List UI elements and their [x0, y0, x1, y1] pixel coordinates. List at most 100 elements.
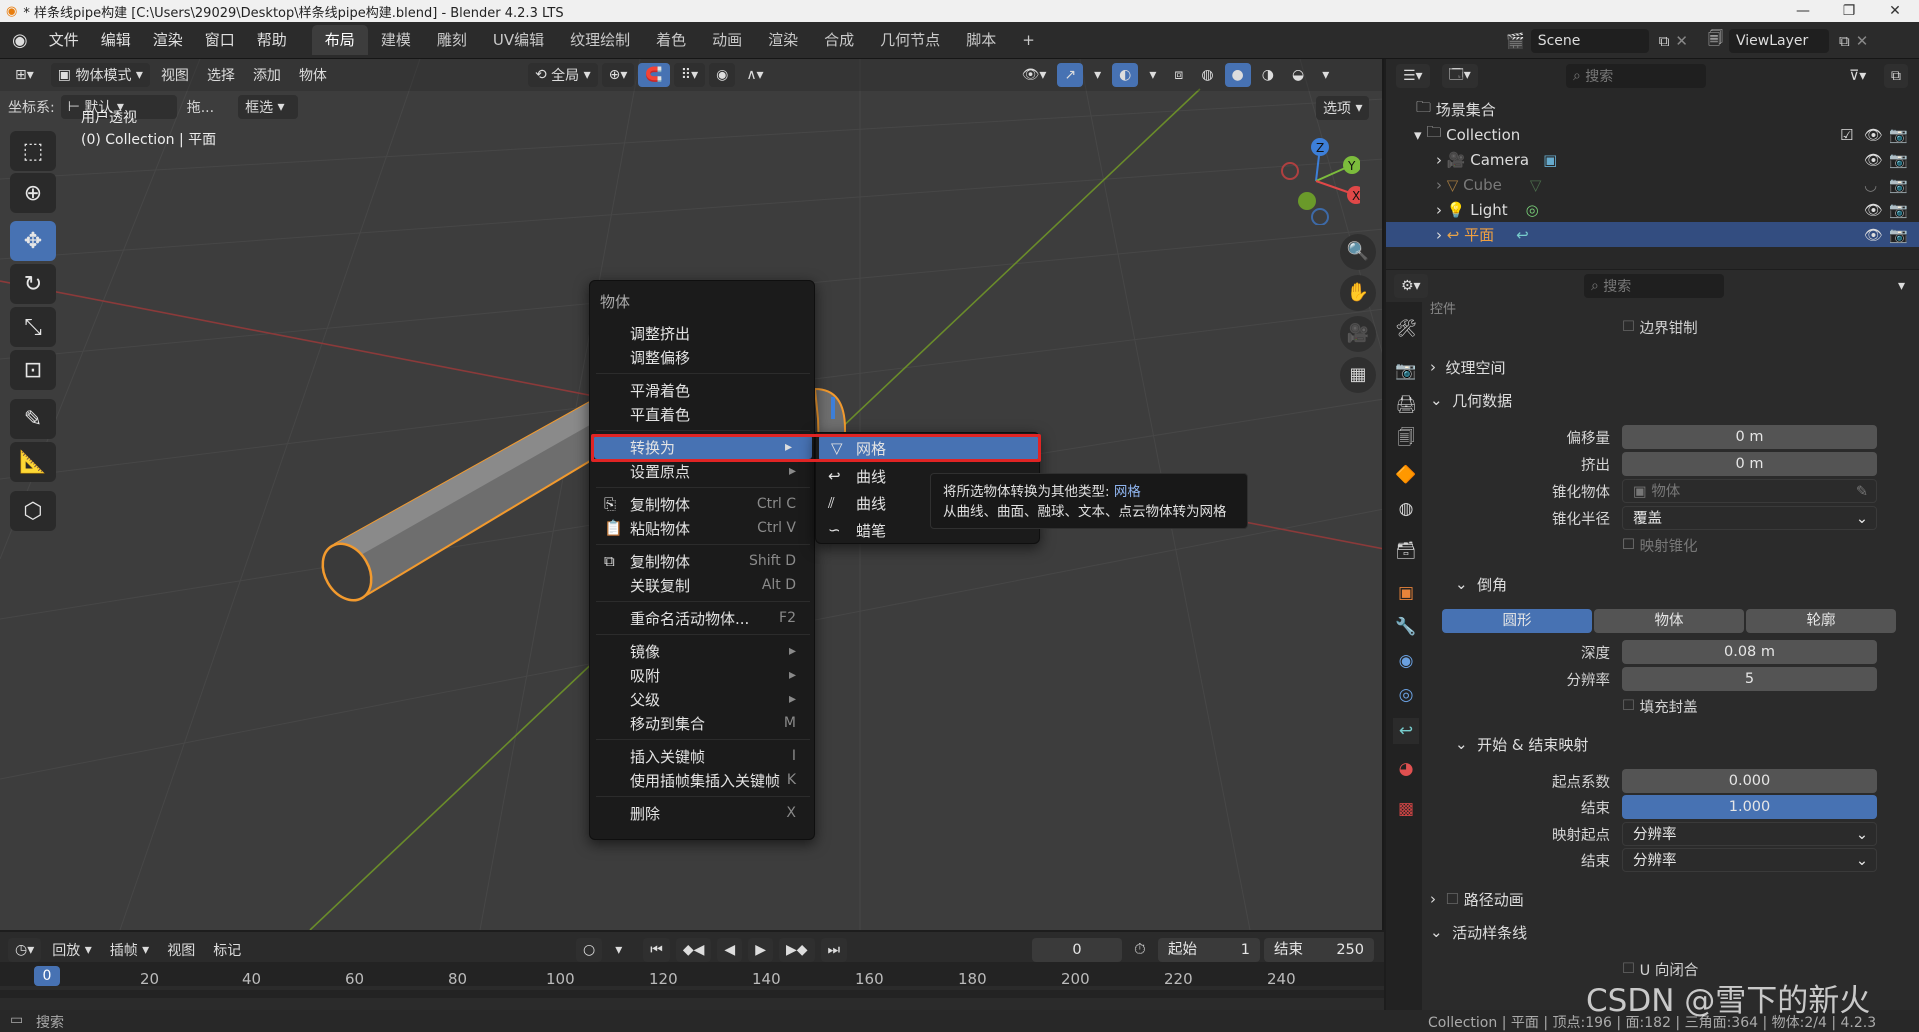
transform-orientation[interactable]: ⟲ 全局 ▾: [527, 63, 598, 87]
menu-item-shade-flat[interactable]: 平直着色: [590, 402, 816, 426]
render-camera-icon[interactable]: 📷: [1889, 126, 1908, 144]
outliner-item-cube[interactable]: › ▽ Cube ▽ ◡ 📷: [1386, 172, 1919, 197]
props-search-input[interactable]: ⌕ 搜索: [1584, 274, 1724, 298]
path-animation-panel-header[interactable]: › ☐ 路径动画: [1430, 886, 1524, 912]
visibility-icon[interactable]: 👁▾: [1015, 63, 1054, 87]
menu-item-duplicate-objects[interactable]: ⧉ 复制物体 Shift D: [590, 549, 816, 573]
end-factor-field[interactable]: 1.000: [1622, 795, 1877, 819]
material-tab-icon[interactable]: ◕: [1393, 756, 1419, 782]
scene-icon[interactable]: 🎬: [1506, 32, 1525, 50]
expand-arrow-icon[interactable]: ›: [1436, 176, 1447, 194]
new-view-layer-icon[interactable]: ⧉: [1839, 32, 1850, 50]
menu-help[interactable]: 帮助: [246, 22, 298, 59]
editor-type-icon[interactable]: ⊞▾: [8, 63, 41, 87]
new-scene-icon[interactable]: ⧉: [1659, 32, 1670, 50]
playback-menu[interactable]: 回放 ▾: [45, 938, 98, 962]
expand-arrow-icon[interactable]: ›: [1436, 151, 1447, 169]
expand-arrow-icon[interactable]: ›: [1436, 201, 1447, 219]
menu-edit[interactable]: 编辑: [90, 22, 142, 59]
outliner-item-light[interactable]: › 💡 Light ◎ 👁 📷: [1386, 197, 1919, 222]
active-spline-panel-header[interactable]: ⌄ 活动样条线: [1430, 919, 1527, 945]
add-cube-tool-icon[interactable]: ⬡: [10, 491, 56, 531]
workspace-tab-scripting[interactable]: 脚本: [953, 25, 1009, 55]
menu-file[interactable]: 文件: [38, 22, 90, 59]
workspace-tab-animation[interactable]: 动画: [699, 25, 755, 55]
menu-item-insert-keyframe[interactable]: 插入关键帧 I: [590, 744, 816, 768]
bevel-panel-header[interactable]: ⌄ 倒角: [1455, 571, 1507, 597]
render-camera-icon[interactable]: 📷: [1889, 176, 1908, 194]
outliner-scene-collection[interactable]: 🗀 场景集合: [1386, 97, 1919, 122]
checkbox-icon[interactable]: ☑: [1840, 126, 1853, 144]
timeline-editor-type-icon[interactable]: ◷▾: [8, 938, 42, 962]
workspace-tab-rendering[interactable]: 渲染: [755, 25, 811, 55]
workspace-tab-compositing[interactable]: 合成: [811, 25, 867, 55]
select-box-tool-icon[interactable]: ⬚: [10, 131, 56, 171]
remove-view-layer-icon[interactable]: ✕: [1856, 32, 1869, 50]
timer-icon[interactable]: ⏱: [1134, 940, 1146, 958]
eye-icon[interactable]: 👁: [1864, 126, 1883, 144]
current-frame-field[interactable]: 0: [1032, 938, 1122, 962]
outliner-item-plane[interactable]: › ↩ 平面 ↩ 👁 📷: [1386, 222, 1919, 247]
tool-tab-icon[interactable]: 🛠: [1393, 316, 1419, 342]
view-layer-selector[interactable]: ViewLayer: [1728, 28, 1829, 53]
zoom-icon[interactable]: 🔍: [1340, 234, 1376, 270]
mode-selector[interactable]: ▣ 物体模式 ▾: [50, 63, 150, 87]
xray-toggle-icon[interactable]: ⧈: [1167, 63, 1190, 87]
edge-clamp-checkbox[interactable]: ☐ 边界钳制: [1622, 315, 1698, 339]
taper-radius-dropdown[interactable]: 覆盖 ⌄: [1622, 506, 1877, 530]
workspace-tab-texture-paint[interactable]: 纹理绘制: [557, 25, 643, 55]
bevel-resolution-field[interactable]: 5: [1622, 667, 1877, 691]
pivot-point-icon[interactable]: ⊕▾: [601, 63, 635, 87]
workspace-tab-uv[interactable]: UV编辑: [480, 25, 557, 55]
pan-hand-icon[interactable]: ✋: [1340, 275, 1376, 311]
start-factor-field[interactable]: 0.000: [1622, 769, 1877, 793]
cursor-tool-icon[interactable]: ⊕: [10, 173, 56, 213]
play-icon[interactable]: ▶: [748, 938, 773, 962]
menu-window[interactable]: 窗口: [194, 22, 246, 59]
menu-item-rename-active[interactable]: 重命名活动物体... F2: [590, 606, 816, 630]
playhead-frame[interactable]: 0: [34, 966, 60, 986]
workspace-tab-geometry-nodes[interactable]: 几何节点: [867, 25, 953, 55]
menu-item-shade-smooth[interactable]: 平滑着色: [590, 378, 816, 402]
rendered-shading-icon[interactable]: ◒: [1285, 63, 1311, 87]
navigation-gizmo[interactable]: Z Y X: [1270, 135, 1360, 225]
proportional-edit-icon[interactable]: ◉: [709, 63, 736, 87]
expand-arrow-icon[interactable]: ▾: [1414, 126, 1426, 144]
gizmo-toggle-icon[interactable]: ↗: [1057, 63, 1084, 87]
timeline-view-menu[interactable]: 视图: [160, 938, 202, 962]
render-camera-icon[interactable]: 📷: [1889, 201, 1908, 219]
perspective-toggle-icon[interactable]: ▦: [1340, 357, 1376, 393]
render-tab-icon[interactable]: 📷: [1393, 358, 1419, 384]
extrude-field[interactable]: 0 m: [1622, 452, 1877, 476]
submenu-item-mesh[interactable]: ▽ 网格: [819, 435, 1038, 461]
expand-arrow-icon[interactable]: ›: [1436, 226, 1447, 244]
view-layer-icon[interactable]: 🗐: [1708, 28, 1723, 53]
marker-menu[interactable]: 标记: [206, 938, 248, 962]
eyedropper-icon[interactable]: ✎: [1856, 480, 1868, 504]
eye-icon[interactable]: 👁: [1864, 151, 1883, 169]
menu-item-insert-keyframe-keyingset[interactable]: 使用插帧集插入关键帧 K: [590, 768, 816, 792]
map-start-dropdown[interactable]: 分辨率 ⌄: [1622, 822, 1877, 846]
particles-tab-icon[interactable]: ◉: [1393, 648, 1419, 674]
eye-icon[interactable]: 👁: [1864, 226, 1883, 244]
scale-tool-icon[interactable]: ⤡: [10, 307, 56, 347]
end-frame-field[interactable]: 结束 250: [1264, 938, 1374, 962]
jump-end-icon[interactable]: ⏭: [820, 938, 848, 962]
select-mode-dropdown[interactable]: 框选 ▾: [238, 95, 299, 119]
next-keyframe-icon[interactable]: ▶◆: [778, 938, 815, 962]
props-dropdown-icon[interactable]: ▾: [1891, 274, 1912, 298]
timeline-scrollbar[interactable]: [0, 990, 1384, 998]
taper-object-field[interactable]: ▣ 物体 ✎: [1622, 479, 1877, 503]
select-menu[interactable]: 选择: [200, 63, 242, 87]
rotate-tool-icon[interactable]: ↻: [10, 264, 56, 304]
close-button[interactable]: ✕: [1872, 0, 1918, 22]
workspace-tab-sculpt[interactable]: 雕刻: [424, 25, 480, 55]
physics-tab-icon[interactable]: ◎: [1393, 682, 1419, 708]
workspace-tab-shading[interactable]: 着色: [643, 25, 699, 55]
start-frame-field[interactable]: 起始 1: [1158, 938, 1260, 962]
props-editor-type-icon[interactable]: ⚙▾: [1394, 274, 1428, 298]
offset-field[interactable]: 0 m: [1622, 425, 1877, 449]
geometry-panel-header[interactable]: ⌄ 几何数据: [1430, 387, 1512, 413]
menu-item-adjust-extrude[interactable]: 调整挤出: [590, 321, 816, 345]
menu-item-mirror[interactable]: 镜像 ▸: [590, 639, 816, 663]
